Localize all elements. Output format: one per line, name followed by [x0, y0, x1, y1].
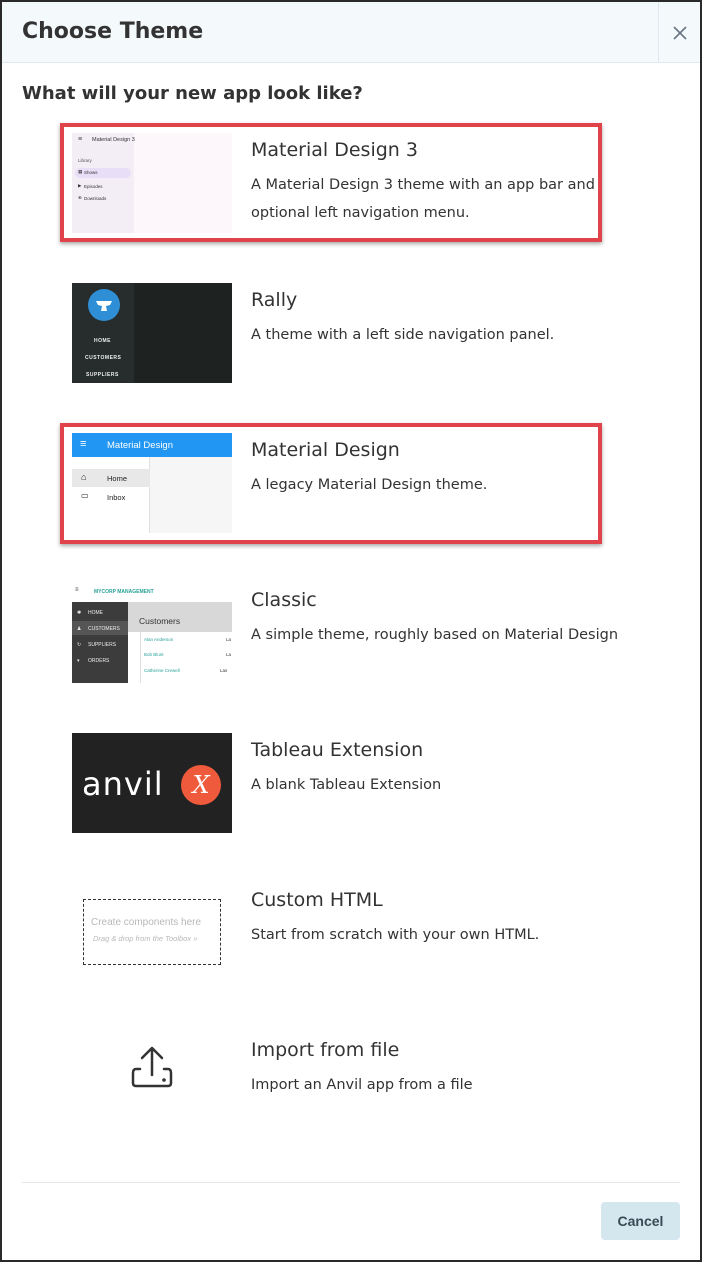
md-nav-item: Home: [107, 474, 128, 483]
classic-row-extra: La: [226, 637, 232, 642]
md-app-title: Material Design: [107, 440, 173, 451]
theme-option-tableau-extension[interactable]: anvil X Tableau Extension A blank Tablea…: [72, 733, 622, 833]
md3-section-label: Library: [78, 158, 92, 163]
theme-description-classic: A simple theme, roughly based on Materia…: [251, 627, 619, 643]
theme-description-import-from-file: Import an Anvil app from a file: [251, 1077, 473, 1093]
theme-thumbnail-rally: HOME CUSTOMERS SUPPLIERS: [72, 283, 232, 383]
rally-nav-item: CUSTOMERS: [85, 355, 122, 361]
theme-option-custom-html[interactable]: Create components here Drag & drop from …: [72, 883, 622, 983]
custom-html-subhint: Drag & drop from the Toolbox »: [93, 934, 198, 943]
classic-row-extra: Las: [220, 668, 228, 673]
dialog-title: Choose Theme: [22, 19, 204, 44]
classic-nav-item: ORDERS: [88, 658, 110, 664]
dialog-header: Choose Theme: [2, 2, 700, 63]
anvil-logo-icon: X: [181, 765, 221, 805]
theme-description-material-design-3: A Material Design 3 theme with an app ba…: [251, 177, 595, 221]
custom-html-hint: Create components here: [91, 917, 202, 928]
close-icon: [672, 25, 687, 40]
rally-nav-item: HOME: [94, 338, 111, 344]
classic-heading: Customers: [139, 616, 181, 626]
theme-title-custom-html: Custom HTML: [251, 889, 383, 911]
theme-description-custom-html: Start from scratch with your own HTML.: [251, 927, 540, 943]
classic-row-name: Alan Anderson: [144, 637, 174, 642]
theme-thumbnail-material-design: ≡ Material Design ⌂ Home ▭ Inbox: [72, 433, 232, 533]
classic-nav-item: CUSTOMERS: [88, 626, 120, 632]
md-nav-item: Inbox: [107, 493, 126, 502]
classic-menu-icon: ≡: [75, 587, 79, 593]
rally-logo-icon: [88, 289, 120, 321]
theme-title-material-design-3: Material Design 3: [251, 139, 418, 161]
classic-row-name: Catherine Crewell: [144, 668, 180, 673]
upload-icon: [131, 1046, 173, 1088]
theme-description-tableau-extension: A blank Tableau Extension: [251, 777, 442, 793]
menu-icon: ≡: [80, 438, 87, 450]
menu-icon: ≡: [78, 136, 83, 143]
theme-description-material-design: A legacy Material Design theme.: [251, 477, 488, 493]
dialog-subtitle: What will your new app look like?: [22, 83, 363, 104]
classic-nav-item: HOME: [88, 610, 103, 616]
footer-divider: [22, 1182, 680, 1183]
inbox-icon: ▭: [81, 491, 89, 500]
close-button[interactable]: [658, 2, 700, 63]
cancel-button[interactable]: Cancel: [601, 1202, 680, 1240]
theme-option-material-design-3[interactable]: ≡ Material Design 3 Library Shows Episod…: [72, 133, 622, 233]
md3-app-title: Material Design 3: [92, 137, 135, 143]
home-icon: ⌂: [81, 472, 87, 482]
theme-thumbnail-material-design-3: ≡ Material Design 3 Library Shows Episod…: [72, 133, 232, 233]
theme-option-material-design[interactable]: ≡ Material Design ⌂ Home ▭ Inbox Materia…: [72, 433, 622, 533]
theme-description-rally: A theme with a left side navigation pane…: [251, 327, 555, 343]
theme-thumbnail-import-from-file: [72, 1033, 232, 1133]
theme-option-classic[interactable]: ≡ MYCORP MANAGEMENT HOME CUSTOMERS SUPPL…: [72, 583, 622, 683]
theme-option-rally[interactable]: HOME CUSTOMERS SUPPLIERS Rally A theme w…: [72, 283, 622, 383]
anvil-logo-text: anvil: [82, 765, 164, 803]
classic-nav-item: SUPPLIERS: [88, 642, 117, 648]
classic-row-name: Bob Blunt: [144, 652, 164, 657]
md3-nav-item: Downloads: [84, 196, 107, 201]
theme-title-import-from-file: Import from file: [251, 1039, 400, 1061]
theme-title-material-design: Material Design: [251, 439, 400, 461]
md3-nav-item: Episodes: [84, 184, 103, 189]
rally-nav-item: SUPPLIERS: [86, 372, 119, 378]
theme-title-rally: Rally: [251, 289, 298, 311]
md3-nav-item: Shows: [84, 170, 98, 175]
theme-thumbnail-custom-html: Create components here Drag & drop from …: [72, 883, 232, 983]
theme-title-classic: Classic: [251, 589, 317, 611]
theme-title-tableau-extension: Tableau Extension: [251, 739, 424, 761]
theme-option-import-from-file[interactable]: Import from file Import an Anvil app fro…: [72, 1033, 622, 1133]
choose-theme-dialog: Choose Theme What will your new app look…: [0, 0, 702, 1262]
theme-thumbnail-tableau-extension: anvil X: [72, 733, 232, 833]
classic-row-extra: La: [226, 652, 232, 657]
classic-brand: MYCORP MANAGEMENT: [94, 589, 154, 595]
theme-thumbnail-classic: ≡ MYCORP MANAGEMENT HOME CUSTOMERS SUPPL…: [72, 583, 232, 683]
